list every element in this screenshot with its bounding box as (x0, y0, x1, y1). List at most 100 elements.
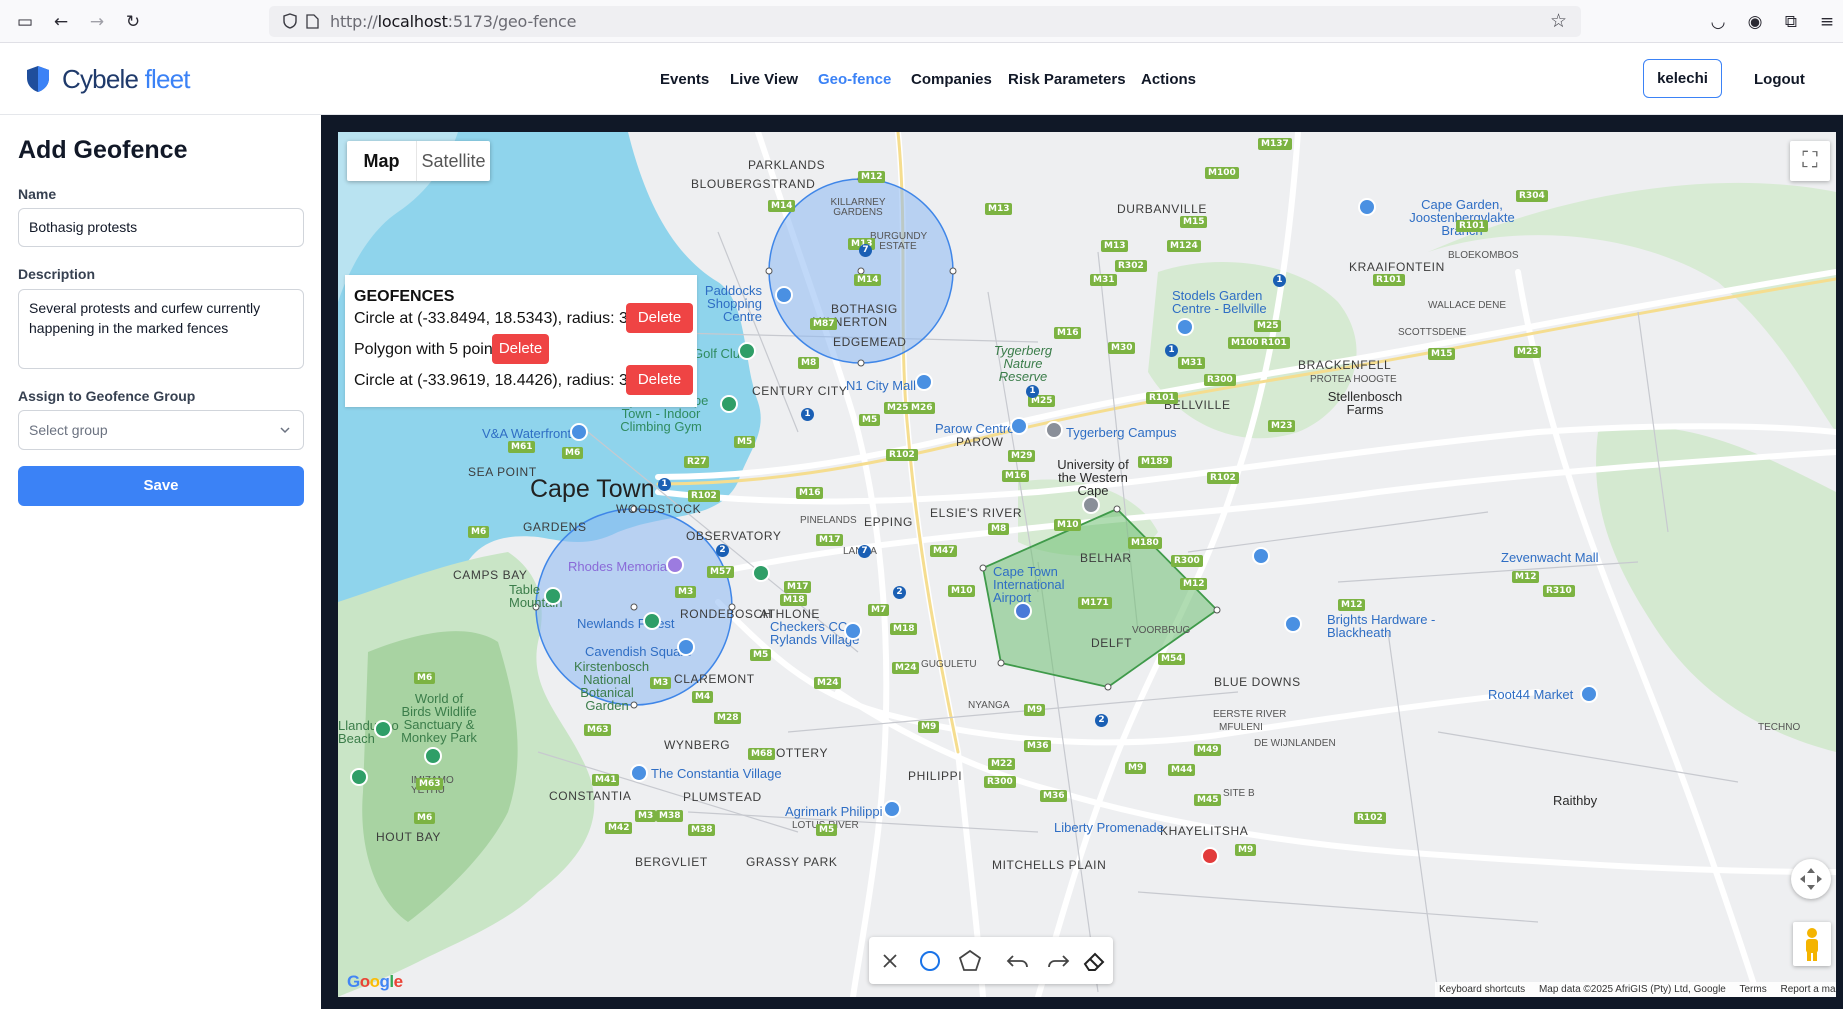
hospital-pin-icon[interactable] (1201, 847, 1219, 865)
map-label-rondebosch: RONDEBOSCH (680, 607, 773, 621)
route-shield: M26 (908, 402, 936, 414)
route-shield: M9 (1125, 762, 1147, 774)
map-label-n1-city: N1 City Mall (846, 378, 917, 393)
route-shield: M17 (784, 581, 812, 593)
delete-geofence-button[interactable]: Delete (626, 365, 693, 395)
route-shield: M22 (988, 758, 1016, 770)
street-view-pegman[interactable] (1793, 922, 1831, 966)
route-shield: M31 (1090, 274, 1118, 286)
save-button[interactable]: Save (18, 466, 304, 506)
route-shield: M9 (918, 721, 940, 733)
close-icon[interactable] (875, 946, 905, 976)
monument-pin-icon[interactable] (666, 556, 684, 574)
nav-events[interactable]: Events (660, 71, 709, 88)
map-label-zevenwacht: Zevenwacht Mall (1501, 550, 1599, 565)
park-pin-icon[interactable] (424, 747, 442, 765)
group-select[interactable]: Select group (18, 410, 304, 450)
url-text[interactable]: http://localhost:5173/geo-fence (330, 12, 576, 32)
page-icon[interactable] (306, 14, 319, 29)
route-shield: R310 (1543, 585, 1575, 597)
map-label-liberty: Liberty Promenade (1054, 820, 1164, 835)
extensions-icon[interactable]: ⧉ (1780, 11, 1802, 33)
user-button[interactable]: kelechi (1643, 59, 1722, 98)
shopping-pin-icon[interactable] (570, 423, 588, 441)
nav-actions[interactable]: Actions (1141, 71, 1196, 88)
shopping-pin-icon[interactable] (915, 373, 933, 391)
mountain-pin-icon[interactable] (544, 587, 562, 605)
park-pin-icon[interactable] (374, 720, 392, 738)
route-shield: M3 (650, 677, 672, 689)
google-logo[interactable]: Google (347, 972, 403, 992)
fullscreen-icon[interactable]: ⛶ (1790, 141, 1830, 181)
shopping-pin-icon[interactable] (1358, 198, 1376, 216)
map-label-agrimark: Agrimark Philippi (785, 804, 883, 819)
terms-link[interactable]: Terms (1739, 984, 1766, 995)
url-bar[interactable]: http://localhost:5173/geo-fence ☆ (269, 6, 1581, 37)
park-pin-icon[interactable] (752, 564, 770, 582)
shield-icon[interactable] (283, 13, 297, 29)
map-label-edgemead: EDGEMEAD (833, 335, 907, 349)
nav-companies[interactable]: Companies (911, 71, 992, 88)
redo-icon[interactable] (1043, 946, 1073, 976)
shopping-pin-icon[interactable] (1252, 547, 1270, 565)
nav-risk-parameters[interactable]: Risk Parameters (1008, 71, 1126, 88)
keyboard-shortcuts-link[interactable]: Keyboard shortcuts (1439, 984, 1525, 995)
map-canvas[interactable]: Cape Town PARKLANDS BLOUBERGSTRAND KILLA… (338, 132, 1836, 997)
forest-pin-icon[interactable] (643, 612, 661, 630)
bookmark-star-icon[interactable]: ☆ (1550, 10, 1567, 32)
polygon-tool-icon[interactable] (955, 946, 985, 976)
route-shield: M5 (750, 649, 772, 661)
map-frame: Cape Town PARKLANDS BLOUBERGSTRAND KILLA… (321, 115, 1843, 1009)
account-icon[interactable]: ◉ (1744, 11, 1766, 33)
circle-tool-icon[interactable] (915, 946, 945, 976)
route-shield: M28 (714, 712, 742, 724)
nav-live-view[interactable]: Live View (730, 71, 798, 88)
map-label-century-city: CENTURY CITY (752, 384, 848, 398)
shopping-pin-icon[interactable] (1580, 685, 1598, 703)
shopping-pin-icon[interactable] (775, 286, 793, 304)
menu-icon[interactable]: ≡ (1816, 11, 1838, 33)
chevron-down-icon (280, 427, 290, 434)
name-input[interactable]: Bothasig protests (18, 208, 304, 247)
map-type-satellite[interactable]: Satellite (417, 141, 490, 181)
shopping-pin-icon[interactable] (677, 638, 695, 656)
logout-link[interactable]: Logout (1754, 71, 1805, 88)
forward-icon[interactable]: → (86, 11, 108, 33)
camera-control[interactable] (1791, 859, 1831, 899)
shopping-pin-icon[interactable] (1010, 417, 1028, 435)
map-label-khayelitsha: KHAYELITSHA (1160, 824, 1249, 838)
sidebar-toggle-icon[interactable]: ▭ (14, 11, 36, 33)
university-pin-icon[interactable] (1082, 496, 1100, 514)
map-type-map[interactable]: Map (347, 141, 417, 181)
map-label-epping: EPPING (864, 515, 913, 529)
delete-geofence-button[interactable]: Delete (492, 334, 549, 364)
shopping-pin-icon[interactable] (883, 800, 901, 818)
airport-pin-icon[interactable] (1014, 602, 1032, 620)
shopping-pin-icon[interactable] (1176, 318, 1194, 336)
report-error-link[interactable]: Report a map error (1781, 984, 1837, 995)
delete-geofence-button[interactable]: Delete (626, 303, 693, 333)
golf-pin-icon[interactable] (738, 342, 756, 360)
map-label-kraaifontein: KRAAIFONTEIN (1349, 260, 1445, 274)
back-icon[interactable]: ← (50, 11, 72, 33)
undo-icon[interactable] (1003, 946, 1033, 976)
map-label-dudno: Llandudno Beach (338, 718, 399, 746)
map-label-parklands: PARKLANDS (748, 158, 826, 172)
group-label: Assign to Geofence Group (18, 388, 196, 404)
campus-pin-icon[interactable] (1045, 421, 1063, 439)
shopping-pin-icon[interactable] (1284, 615, 1302, 633)
park-pin-icon[interactable] (350, 768, 368, 786)
map-label-site-b: SITE B (1223, 788, 1255, 799)
reload-icon[interactable]: ↻ (122, 11, 144, 33)
eraser-icon[interactable] (1079, 946, 1109, 976)
pocket-icon[interactable]: ◡ (1707, 11, 1729, 33)
route-shield: M23 (1268, 420, 1296, 432)
route-shield: M42 (605, 822, 633, 834)
description-textarea[interactable]: Several protests and curfew currently ha… (18, 289, 304, 369)
nav-geo-fence[interactable]: Geo-fence (818, 71, 891, 88)
shopping-pin-icon[interactable] (630, 764, 648, 782)
climbing-pin-icon[interactable] (720, 395, 738, 413)
map-label-grassy-park: GRASSY PARK (746, 855, 838, 869)
cart-pin-icon[interactable] (844, 622, 862, 640)
map-label-world-of-birds: World of Birds Wildlife Sanctuary & Monk… (401, 691, 477, 745)
